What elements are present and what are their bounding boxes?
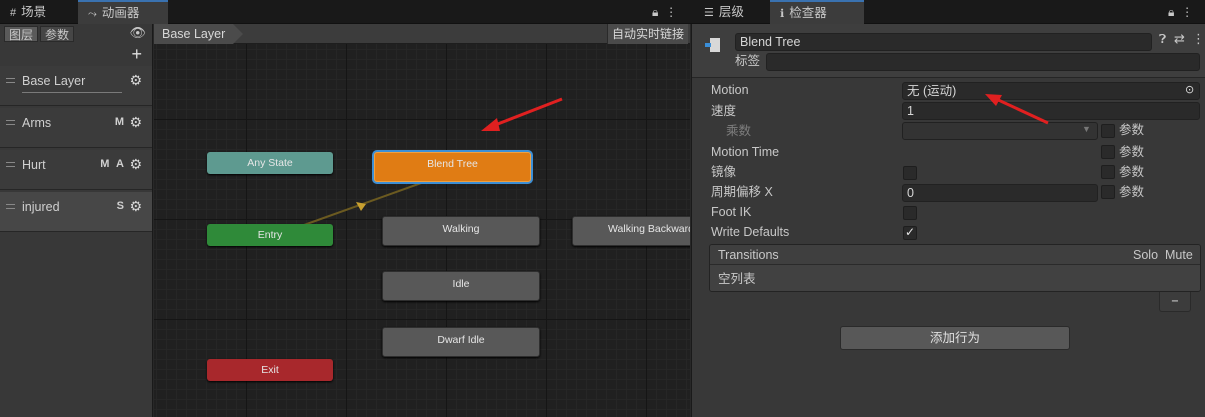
graph-toolbar: Base Layer 自动实时链接 bbox=[154, 24, 690, 44]
layer-name: Hurt bbox=[22, 158, 46, 172]
chevron-down-icon: ▼ bbox=[1082, 124, 1091, 134]
layer-flags: S bbox=[116, 200, 126, 212]
gear-icon[interactable]: ⚙ bbox=[129, 198, 142, 215]
multiplier-label: 乘数 bbox=[726, 124, 752, 138]
state-exit[interactable]: Exit bbox=[207, 359, 333, 381]
layers-panel: 图层 参数 👁︎ + Base Layer ⚙ Arms M ⚙ Hurt M … bbox=[0, 24, 153, 417]
speed-field[interactable]: 1 bbox=[902, 102, 1200, 120]
tag-field[interactable] bbox=[766, 53, 1200, 71]
transitions-title: Transitions bbox=[718, 248, 779, 262]
settings-sliders-icon[interactable]: ⇄ bbox=[1174, 31, 1185, 47]
multiplier-dropdown bbox=[902, 122, 1098, 140]
write-defaults-checkbox[interactable] bbox=[903, 225, 917, 240]
auto-live-link-button[interactable]: 自动实时链接 bbox=[606, 24, 688, 44]
state-any-state[interactable]: Any State bbox=[207, 152, 333, 174]
tab-animator-label: 动画器 bbox=[101, 6, 140, 20]
motion-field[interactable]: 无 (运动) bbox=[902, 82, 1200, 100]
tab-hierarchy[interactable]: ☰ 层级 bbox=[694, 0, 754, 24]
lock-icon[interactable]: 🔒︎ bbox=[652, 5, 658, 19]
tab-inspector-label: 检查器 bbox=[789, 6, 827, 20]
eye-icon[interactable]: 👁︎ bbox=[129, 25, 146, 41]
help-icon[interactable]: ❓︎ bbox=[1159, 32, 1166, 47]
object-picker-icon[interactable]: ⊙ bbox=[1185, 83, 1194, 96]
drag-handle-icon[interactable] bbox=[6, 78, 15, 83]
more-menu-icon[interactable]: ⋮ bbox=[1192, 31, 1205, 47]
add-layer-button[interactable]: + bbox=[131, 45, 142, 63]
hierarchy-icon: ☰ bbox=[704, 7, 714, 19]
mute-column-label: Mute bbox=[1165, 248, 1193, 262]
foot-ik-checkbox[interactable] bbox=[903, 206, 917, 220]
drag-handle-icon[interactable] bbox=[6, 204, 15, 209]
inspector-tab-controls: 🔒︎ ⋮ bbox=[1168, 0, 1193, 24]
transitions-empty: 空列表 bbox=[710, 265, 1200, 291]
remove-transition-button[interactable]: − bbox=[1159, 292, 1191, 312]
motion-time-label: Motion Time bbox=[711, 145, 780, 159]
state-dwarf-idle[interactable]: Dwarf Idle bbox=[382, 327, 540, 357]
layer-flags: M A bbox=[100, 158, 126, 170]
add-behaviour-button[interactable]: 添加行为 bbox=[840, 326, 1070, 350]
transitions-header: Transitions Solo Mute bbox=[710, 245, 1200, 265]
info-icon: ℹ bbox=[780, 8, 785, 20]
gear-icon[interactable]: ⚙ bbox=[129, 72, 142, 89]
transition-arrowhead bbox=[356, 202, 366, 211]
breadcrumb[interactable]: Base Layer bbox=[154, 24, 244, 44]
solo-column-label: Solo bbox=[1133, 248, 1159, 262]
animator-icon: ⤳ bbox=[88, 8, 97, 20]
cycle-offset-param-checkbox[interactable] bbox=[1101, 185, 1115, 199]
drag-handle-icon[interactable] bbox=[6, 120, 15, 125]
layer-weight-line bbox=[22, 92, 122, 93]
tab-animator[interactable]: ⤳ 动画器 bbox=[78, 0, 168, 24]
mirror-checkbox[interactable] bbox=[903, 166, 917, 180]
layer-item-hurt[interactable]: Hurt M A ⚙ bbox=[0, 150, 152, 190]
layer-name: injured bbox=[22, 200, 60, 214]
top-tab-bar bbox=[0, 0, 1205, 24]
animator-tab-controls: 🔒︎ ⋮ bbox=[652, 0, 677, 24]
inspector-header: Blend Tree ❓︎ ⇄ ⋮ 标签 bbox=[692, 24, 1205, 78]
layer-item-base[interactable]: Base Layer ⚙ bbox=[0, 66, 152, 106]
blend-tree-icon bbox=[704, 36, 724, 54]
layer-flags: M bbox=[114, 116, 126, 128]
object-name-field[interactable]: Blend Tree bbox=[735, 33, 1152, 51]
grid-icon: # bbox=[10, 7, 17, 19]
tab-hierarchy-label: 层级 bbox=[718, 5, 744, 19]
lock-icon[interactable]: 🔒︎ bbox=[1168, 5, 1174, 19]
gear-icon[interactable]: ⚙ bbox=[129, 156, 142, 173]
tab-parameters[interactable]: 参数 bbox=[40, 26, 75, 42]
mirror-label: 镜像 bbox=[711, 165, 737, 179]
tab-layers[interactable]: 图层 bbox=[4, 26, 39, 42]
layer-name: Arms bbox=[22, 116, 52, 130]
cycle-offset-param-label: 参数 bbox=[1119, 185, 1145, 199]
tab-scene-label: 场景 bbox=[21, 5, 47, 19]
gear-icon[interactable]: ⚙ bbox=[129, 114, 142, 131]
layer-name: Base Layer bbox=[22, 74, 86, 88]
motion-time-param-label: 参数 bbox=[1119, 145, 1145, 159]
layer-item-injured[interactable]: injured S ⚙ bbox=[0, 192, 152, 232]
motion-time-param-checkbox[interactable] bbox=[1101, 145, 1115, 159]
state-entry[interactable]: Entry bbox=[207, 224, 333, 246]
animator-graph[interactable]: Base Layer 自动实时链接 Any State Blend Tree E… bbox=[154, 24, 690, 417]
multiplier-param-label: 参数 bbox=[1119, 123, 1145, 137]
multiplier-param-checkbox[interactable] bbox=[1101, 124, 1115, 138]
drag-handle-icon[interactable] bbox=[6, 162, 15, 167]
more-menu-icon[interactable]: ⋮ bbox=[1181, 5, 1193, 19]
write-defaults-label: Write Defaults bbox=[711, 225, 790, 239]
tab-inspector[interactable]: ℹ 检查器 bbox=[770, 0, 864, 24]
more-menu-icon[interactable]: ⋮ bbox=[665, 5, 677, 19]
foot-ik-label: Foot IK bbox=[711, 205, 752, 219]
cycle-offset-field[interactable]: 0 bbox=[902, 184, 1098, 202]
state-walking-backward[interactable]: Walking Backward bbox=[572, 216, 690, 246]
speed-label: 速度 bbox=[711, 104, 737, 118]
inspector-panel: Blend Tree ❓︎ ⇄ ⋮ 标签 Motion 无 (运动) ⊙ 速度 … bbox=[691, 24, 1205, 417]
state-idle[interactable]: Idle bbox=[382, 271, 540, 301]
tag-label: 标签 bbox=[735, 54, 761, 68]
layer-item-arms[interactable]: Arms M ⚙ bbox=[0, 108, 152, 148]
mirror-param-label: 参数 bbox=[1119, 165, 1145, 179]
transitions-list: Transitions Solo Mute 空列表 bbox=[709, 244, 1201, 292]
motion-label: Motion bbox=[711, 83, 749, 97]
tab-scene[interactable]: # 场景 bbox=[0, 0, 56, 24]
mirror-param-checkbox[interactable] bbox=[1101, 165, 1115, 179]
state-walking[interactable]: Walking bbox=[382, 216, 540, 246]
cycle-offset-label: 周期偏移 X bbox=[711, 185, 773, 199]
state-blend-tree[interactable]: Blend Tree bbox=[374, 152, 531, 182]
